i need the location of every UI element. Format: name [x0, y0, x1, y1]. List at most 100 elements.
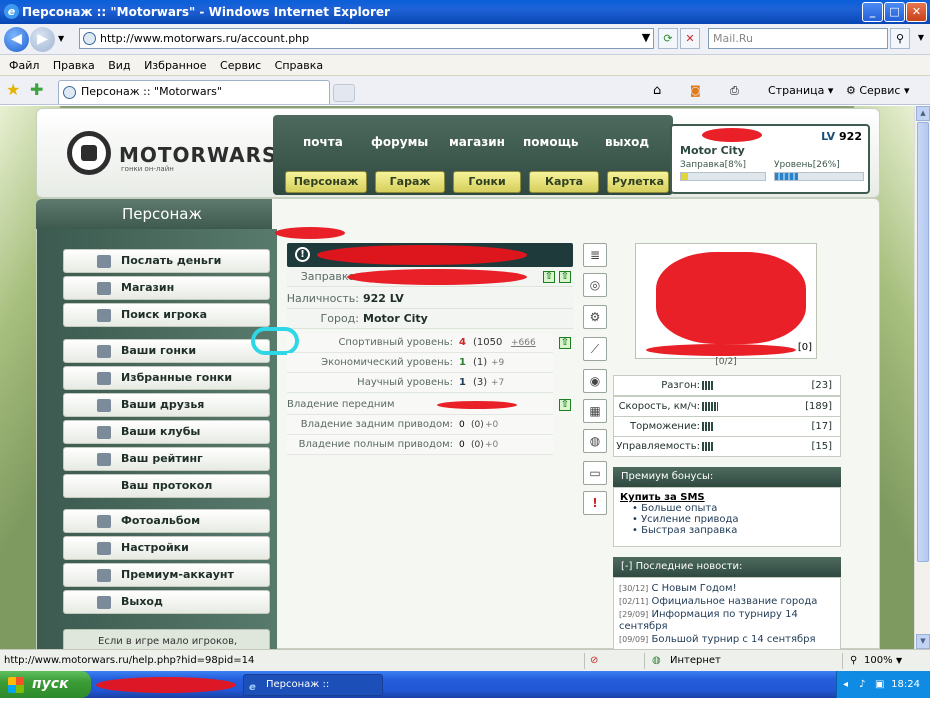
favorites-star-icon[interactable]: ★	[6, 80, 20, 99]
info-cash-row: Наличность: 922 LV	[287, 289, 573, 309]
system-tray: ◂ ♪ ▣ 18:24	[836, 671, 930, 698]
menu-item-1[interactable]: Магазин	[63, 276, 270, 300]
wheel-icon[interactable]: ◉	[583, 369, 607, 393]
scroll-down-button[interactable]: ▼	[916, 634, 930, 649]
panel-title: Персонаж	[36, 199, 272, 229]
volume-icon[interactable]: ♪	[859, 671, 865, 698]
maximize-button[interactable]: □	[884, 2, 905, 22]
refresh-icon[interactable]: ⟳	[658, 28, 678, 49]
menu-file[interactable]: Файл	[9, 55, 39, 76]
search-icon[interactable]: ⚲	[890, 28, 910, 49]
menu-item-2[interactable]: Поиск игрока	[63, 303, 270, 327]
car-image[interactable]: [0]	[635, 243, 817, 359]
alert-icon[interactable]: !	[583, 491, 607, 515]
privacy-icon[interactable]: ⊘	[590, 650, 598, 672]
suspension-icon[interactable]: ≣	[583, 243, 607, 267]
add-favorite-icon[interactable]: ✚	[30, 80, 43, 99]
new-tab-button[interactable]	[333, 84, 355, 102]
taskbar-item-ie[interactable]: e Персонаж :: "Motorw...	[243, 674, 383, 710]
nav-exit[interactable]: выход	[605, 135, 649, 149]
page-menu[interactable]: Страница ▾	[768, 82, 833, 100]
forward-button[interactable]: ▶	[30, 27, 55, 52]
nav-help[interactable]: помощь	[523, 135, 578, 149]
news-item[interactable]: [30/12] С Новым Годом!	[619, 583, 737, 595]
user-level-value: 922	[839, 130, 862, 143]
stat-acceleration-bar	[702, 381, 714, 390]
search-options-icon[interactable]: ▼	[911, 28, 930, 49]
level-science-detail: (3)	[473, 377, 488, 388]
stat-speed: Скорость, км/ч: [189]	[613, 396, 841, 417]
back-button[interactable]: ◀	[4, 27, 29, 52]
zoom-dropdown-icon[interactable]: ▼	[896, 650, 902, 672]
nav-shop[interactable]: магазин	[449, 135, 505, 149]
menu-item-11[interactable]: Премиум-аккаунт	[63, 563, 270, 587]
level-row-economic: Экономический уровень: 1 (1) +9	[287, 353, 553, 373]
menu-item-6[interactable]: Ваши клубы	[63, 420, 270, 444]
close-button[interactable]: ✕	[906, 2, 927, 22]
menu-view[interactable]: Вид	[108, 55, 130, 76]
nav-map[interactable]: Карта	[529, 171, 599, 193]
rss-icon[interactable]: ◙	[690, 82, 701, 100]
print-icon[interactable]: ⎙	[730, 82, 739, 100]
upgrade-arrow-icon[interactable]: ⇧	[559, 399, 571, 411]
menu-edit[interactable]: Правка	[53, 55, 95, 76]
menu-item-label: Настройки	[121, 541, 189, 554]
nav-mail[interactable]: почта	[303, 135, 343, 149]
menu-item-12[interactable]: Выход	[63, 590, 270, 614]
menu-help[interactable]: Справка	[275, 55, 323, 76]
upgrade-arrow-icon[interactable]: ⇧	[559, 271, 571, 283]
search-input[interactable]: Mail.Ru	[708, 28, 888, 49]
menu-item-3[interactable]: Ваши гонки	[63, 339, 270, 363]
nav-garage[interactable]: Гараж	[375, 171, 445, 193]
chip-icon[interactable]: ▦	[583, 399, 607, 423]
nitro-icon[interactable]: ▭	[583, 461, 607, 485]
menu-item-4[interactable]: Избранные гонки	[63, 366, 270, 390]
menu-item-8[interactable]: Ваш протокол	[63, 474, 270, 498]
tire-icon[interactable]: ◎	[583, 273, 607, 297]
menu-item-10[interactable]: Настройки	[63, 536, 270, 560]
nav-races[interactable]: Гонки	[453, 171, 521, 193]
tab-active[interactable]: Персонаж :: "Motorwars"	[58, 80, 330, 104]
scroll-up-button[interactable]: ▲	[916, 106, 930, 121]
menu-item-9[interactable]: Фотоальбом	[63, 509, 270, 533]
zoom-icon[interactable]: ⚲	[850, 650, 857, 672]
news-header[interactable]: [-] Последние новости:	[613, 557, 841, 577]
nav-character[interactable]: Персонаж	[285, 171, 367, 193]
engine-icon[interactable]: ⚙	[583, 305, 607, 329]
exhaust-icon[interactable]: ⟋	[583, 337, 607, 361]
premium-header: Премиум бонусы:	[613, 467, 841, 487]
minimize-button[interactable]: _	[862, 2, 883, 22]
scroll-thumb[interactable]	[917, 122, 929, 562]
status-zoom[interactable]: 100%	[864, 650, 893, 672]
warning-icon: !	[295, 247, 310, 262]
start-button[interactable]: пуск	[0, 671, 91, 698]
upgrade-arrow-icon[interactable]: ⇧	[543, 271, 555, 283]
upgrade-arrow-icon[interactable]: ⇧	[559, 337, 571, 349]
menu-item-5[interactable]: Ваши друзья	[63, 393, 270, 417]
status-separator	[584, 653, 585, 669]
tools-menu[interactable]: ⚙ Сервис ▾	[846, 82, 910, 100]
drive-row-front: Владение передним приводом:	[287, 395, 553, 430]
menu-item-0[interactable]: Послать деньги	[63, 249, 270, 273]
vertical-scrollbar[interactable]: ▲ ▼	[914, 106, 930, 649]
ie-icon: e	[4, 4, 19, 19]
level-economic-key: Экономический уровень:	[321, 357, 453, 368]
menu-favorites[interactable]: Избранное	[144, 55, 206, 76]
address-dropdown-icon[interactable]: ▼	[636, 28, 656, 49]
home-icon[interactable]: ⌂	[653, 82, 661, 100]
premium-buy-link[interactable]: Купить за SMS	[620, 492, 834, 503]
network-icon[interactable]: ▣	[875, 671, 884, 698]
nav-forums[interactable]: форумы	[371, 135, 428, 149]
menu-tools[interactable]: Сервис	[220, 55, 261, 76]
menu-item-7[interactable]: Ваш рейтинг	[63, 447, 270, 471]
news-item[interactable]: [29/09] Информация по турниру 14 сентябр…	[619, 609, 829, 633]
level-sport-extra[interactable]: +666	[511, 333, 536, 353]
address-input[interactable]: http://www.motorwars.ru/account.php	[79, 28, 654, 49]
nav-roulette[interactable]: Рулетка	[607, 171, 669, 193]
stop-icon[interactable]: ✕	[680, 28, 700, 49]
history-dropdown-icon[interactable]: ▼	[58, 34, 64, 43]
news-item[interactable]: [02/11] Официальное название города	[619, 596, 817, 608]
news-item[interactable]: [09/09] Большой турнир с 14 сентября	[619, 634, 816, 646]
turbo-icon[interactable]: ◍	[583, 429, 607, 453]
tray-icon[interactable]: ◂	[843, 671, 848, 698]
